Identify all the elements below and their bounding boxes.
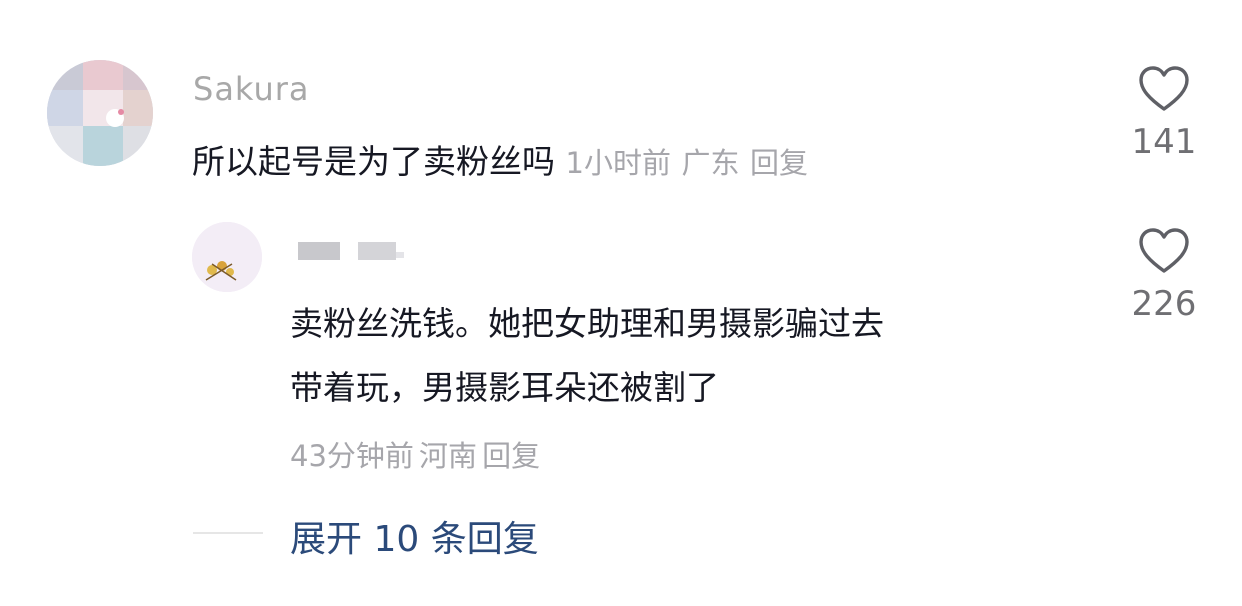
reply-like[interactable]: 226: [1119, 228, 1209, 324]
comment-body: 所以起号是为了卖粉丝吗 1小时前 广东 回复: [192, 135, 808, 183]
expand-divider: [193, 532, 263, 534]
comment-like[interactable]: 141: [1119, 66, 1209, 162]
reply-text-line1: 卖粉丝洗钱。她把女助理和男摄影骗过去: [290, 304, 884, 343]
reply-reply-button[interactable]: 回复: [482, 439, 540, 473]
reply-text-line2: 带着玩，男摄影耳朵还被割了: [290, 368, 719, 407]
reply-meta: 43分钟前 河南 回复: [290, 433, 540, 475]
reply-time: 43分钟前: [290, 439, 414, 473]
comment-reply-button[interactable]: 回复: [750, 146, 808, 180]
comment-time: 1小时前: [565, 146, 671, 180]
commenter-username[interactable]: Sakura: [193, 70, 310, 108]
comment-text: 所以起号是为了卖粉丝吗: [192, 142, 555, 181]
reply-like-count: 226: [1131, 284, 1197, 324]
reply-location: 河南: [419, 439, 478, 473]
expand-replies-button[interactable]: 展开 10 条回复: [290, 510, 539, 562]
commenter-avatar[interactable]: [47, 60, 153, 166]
comment-like-count: 141: [1131, 122, 1197, 162]
comment-location: 广东: [681, 146, 740, 180]
heart-outline-icon[interactable]: [1138, 66, 1190, 112]
replier-username[interactable]: [298, 234, 408, 272]
heart-outline-icon[interactable]: [1138, 228, 1190, 274]
replier-avatar[interactable]: [192, 222, 262, 292]
